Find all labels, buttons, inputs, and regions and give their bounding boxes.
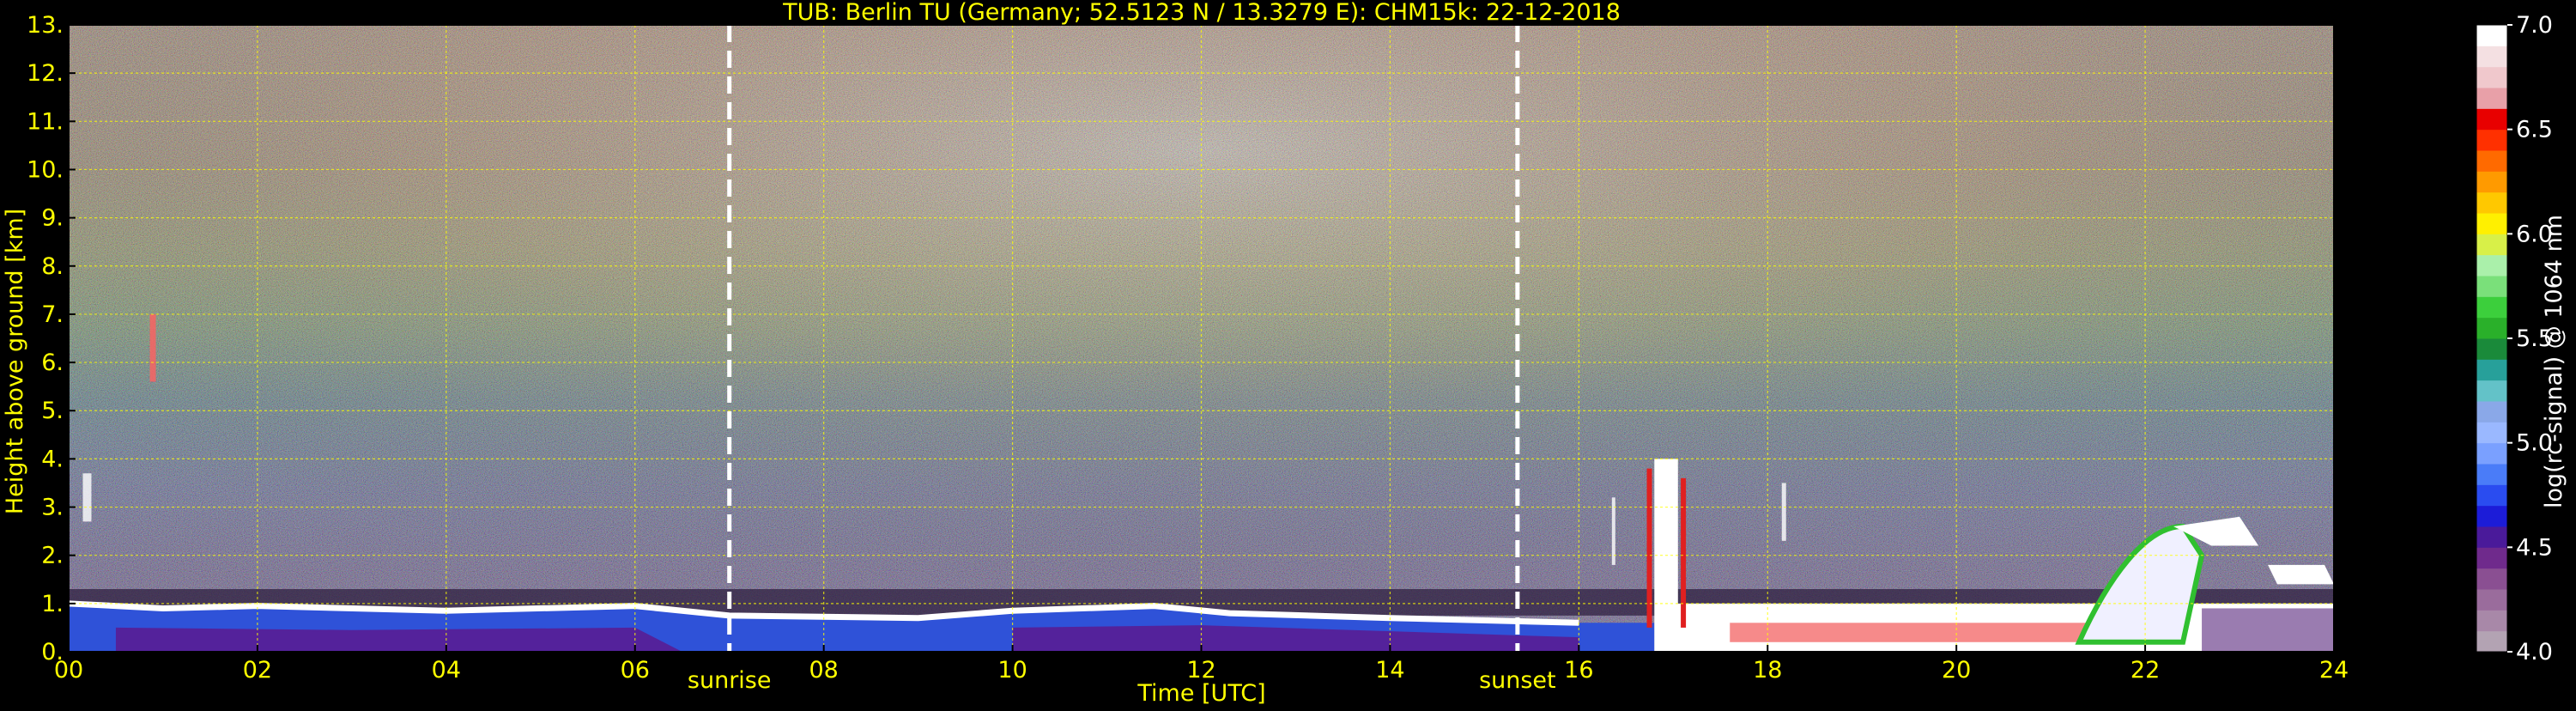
x-tick-label: 16	[1564, 657, 1593, 684]
y-tick-label: 1.	[41, 591, 64, 617]
y-tick-label: 10.	[27, 156, 64, 183]
colorbar-swatch	[2476, 422, 2507, 444]
colorbar-tick-label: 7.0	[2516, 12, 2553, 39]
sun-marker-label: sunset	[1479, 667, 1556, 694]
colorbar-swatch	[2476, 25, 2507, 46]
x-tick-label: 20	[1942, 657, 1971, 684]
y-tick-label: 6.	[41, 349, 64, 376]
colorbar-swatch	[2476, 296, 2507, 319]
colorbar-swatch	[2476, 401, 2507, 422]
x-tick-label: 06	[621, 657, 650, 684]
cloud-streak	[1781, 483, 1786, 541]
colorbar-swatch	[2476, 317, 2507, 339]
x-tick-label: 02	[243, 657, 272, 684]
colorbar-swatch	[2476, 568, 2507, 590]
colorbar-swatch	[2476, 234, 2507, 256]
x-tick-label: 24	[2319, 657, 2349, 684]
colorbar-swatch	[2476, 338, 2507, 360]
x-tick-label: 18	[1753, 657, 1782, 684]
colorbar-swatch	[2476, 191, 2507, 214]
chart-svg: sunrise sunset 00 02 04 06 08 10 12 14 16 18 20 22 24…	[2, 0, 2567, 707]
colorbar-swatch	[2476, 526, 2507, 548]
x-tick-label: 14	[1375, 657, 1404, 684]
y-tick-label: 2.	[41, 543, 64, 569]
cloud-core	[1730, 623, 2099, 642]
x-tick-label: 08	[809, 657, 838, 684]
colorbar-tick-label: 4.0	[2516, 639, 2553, 665]
colorbar-swatch	[2476, 88, 2507, 109]
y-tick-label: 11.	[27, 108, 64, 135]
y-axis-label: Height above ground [km]	[2, 209, 28, 514]
colorbar-tick-label: 4.5	[2516, 534, 2553, 561]
y-tick-label: 12.	[27, 60, 64, 87]
y-tick-label: 3.	[41, 495, 64, 521]
cloud-streak	[82, 473, 92, 522]
colorbar-swatch	[2476, 213, 2507, 234]
y-tick-label: 7.	[41, 301, 64, 328]
x-tick-label: 10	[997, 657, 1027, 684]
chart-title: TUB: Berlin TU (Germany; 52.5123 N / 13.…	[782, 0, 1621, 26]
y-tick-label: 9.	[41, 205, 64, 232]
colorbar-swatch	[2476, 442, 2507, 465]
x-tick-label: 04	[432, 657, 461, 684]
colorbar-swatch	[2476, 171, 2507, 193]
colorbar-swatch	[2476, 108, 2507, 131]
plume-edge	[1681, 477, 1687, 628]
colorbar-swatch	[2476, 630, 2507, 653]
colorbar-swatch	[2476, 254, 2507, 276]
x-tick-label: 22	[2131, 657, 2160, 684]
y-tick-label: 4.	[41, 446, 64, 472]
colorbar-swatch	[2476, 610, 2507, 632]
ceilometer-chart: sunrise sunset 00 02 04 06 08 10 12 14 16 18 20 22 24…	[0, 0, 2576, 708]
x-axis-label: Time [UTC]	[1136, 680, 1265, 707]
colorbar-swatch	[2476, 129, 2507, 151]
colorbar-swatch	[2476, 150, 2507, 172]
colorbar-swatch	[2476, 359, 2507, 381]
colorbar-swatch	[2476, 66, 2507, 88]
y-tick-label: 0.	[41, 639, 64, 665]
cloud-patch	[2268, 564, 2334, 585]
colorbar-label: log(rc-signal) @ 1064 nm	[2541, 215, 2567, 508]
y-tick-label: 13.	[27, 12, 64, 39]
colorbar-swatch	[2476, 547, 2507, 569]
cloud-streak	[149, 313, 156, 382]
colorbar-swatch	[2476, 464, 2507, 485]
y-tick-label: 8.	[41, 253, 64, 280]
colorbar-swatch	[2476, 484, 2507, 507]
colorbar-swatch	[2476, 380, 2507, 402]
post-cloud	[2202, 608, 2334, 652]
colorbar-tick-label: 6.5	[2516, 117, 2553, 143]
sun-marker-label: sunrise	[688, 667, 772, 694]
y-tick-label: 5.	[41, 398, 64, 424]
colorbar-swatch	[2476, 46, 2507, 68]
colorbar-swatch	[2476, 589, 2507, 611]
colorbar-swatch	[2476, 505, 2507, 527]
colorbar-swatch	[2476, 276, 2507, 297]
